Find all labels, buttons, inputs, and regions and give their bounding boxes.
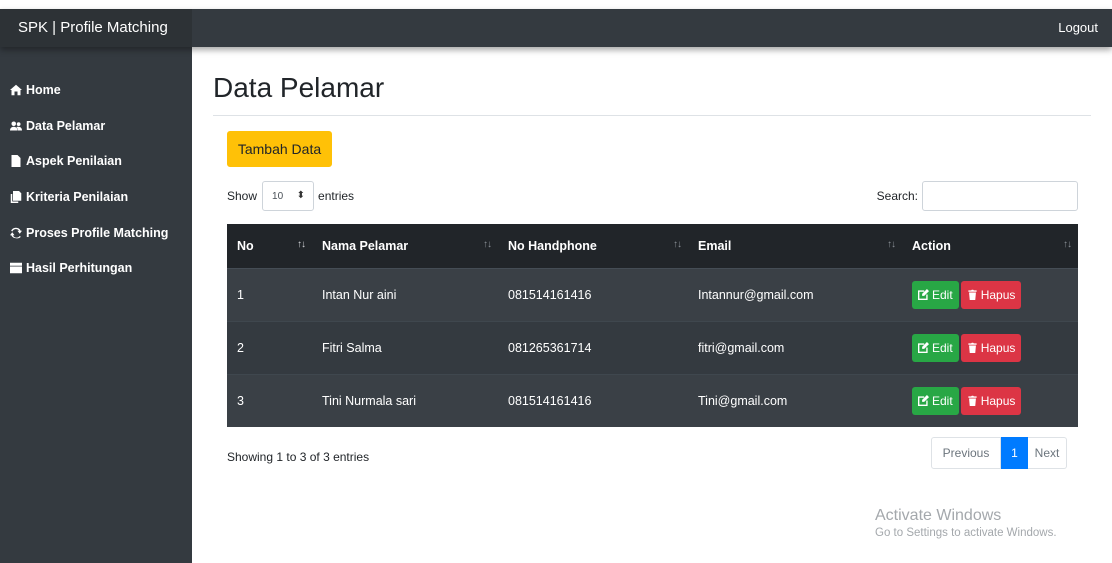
edit-label: Edit <box>932 393 953 408</box>
edit-button[interactable]: Edit <box>912 280 959 309</box>
edit-button[interactable]: Edit <box>912 333 959 362</box>
watermark-title: Activate Windows <box>875 507 1002 524</box>
activate-windows-watermark: Activate Windows Go to Settings to activ… <box>875 507 1057 539</box>
sidebar-item-hasil-perhitungan[interactable]: Hasil Perhitungan <box>0 250 192 286</box>
edit-button[interactable]: Edit <box>912 386 959 415</box>
search-input[interactable] <box>922 181 1078 211</box>
previous-page-button[interactable]: Previous <box>931 437 1001 469</box>
delete-button[interactable]: Hapus <box>960 280 1022 309</box>
sync-icon <box>10 227 22 238</box>
column-header-nama[interactable]: Nama Pelamar ↑↓ <box>312 224 498 269</box>
column-header-label: No <box>237 238 254 253</box>
sidebar-item-label: Proses Profile Matching <box>26 225 169 240</box>
page-title: Data Pelamar <box>213 72 385 103</box>
main-content: Data Pelamar Tambah Data Show 10 ⬍ entri… <box>192 47 1112 563</box>
sort-updown-icon: ⬍ <box>296 190 306 201</box>
sidebar-item-label: Home <box>26 82 61 97</box>
delete-button[interactable]: Hapus <box>960 386 1022 415</box>
cell-nama: Tini Nurmala sari <box>312 373 498 427</box>
sidebar-item-kriteria-penilaian[interactable]: Kriteria Penilaian <box>0 179 192 215</box>
column-header-label: Nama Pelamar <box>322 238 409 253</box>
users-icon <box>10 121 22 131</box>
brand-title[interactable]: SPK | Profile Matching <box>0 9 192 47</box>
delete-button[interactable]: Hapus <box>960 333 1022 362</box>
edit-label: Edit <box>932 287 953 302</box>
column-header-no[interactable]: No ↑↓ <box>227 224 312 269</box>
sidebar-item-home[interactable]: Home <box>0 72 192 108</box>
sidebar-item-data-pelamar[interactable]: Data Pelamar <box>0 108 192 144</box>
table-row: 2 Fitri Salma 081265361714 fitri@gmail.c… <box>227 320 1078 374</box>
edit-label: Edit <box>932 340 953 355</box>
sidebar-item-label: Aspek Penilaian <box>26 154 122 169</box>
sidebar-item-label: Kriteria Penilaian <box>26 189 129 204</box>
cell-action: Edit Hapus <box>902 267 1078 321</box>
sidebar: Home Data Pelamar Aspek Penilaian Kriter… <box>0 47 192 563</box>
sidebar-item-label: Hasil Perhitungan <box>26 261 133 276</box>
cell-nama: Intan Nur aini <box>312 267 498 321</box>
logout-link[interactable]: Logout <box>1058 9 1098 47</box>
sort-icon: ↑↓ <box>297 239 306 250</box>
column-header-label: Action <box>912 238 951 253</box>
cell-no: 1 <box>227 267 312 321</box>
column-header-label: No Handphone <box>508 238 597 253</box>
trash-icon <box>968 289 977 300</box>
cell-action: Edit Hapus <box>902 320 1078 374</box>
sort-icon: ↑↓ <box>483 239 492 250</box>
sidebar-item-proses-profile-matching[interactable]: Proses Profile Matching <box>0 215 192 251</box>
delete-label: Hapus <box>980 287 1016 302</box>
delete-label: Hapus <box>980 393 1016 408</box>
sort-icon: ↑↓ <box>1063 239 1072 250</box>
table-row: 3 Tini Nurmala sari 081514161416 Tini@gm… <box>227 373 1078 427</box>
copy-icon <box>10 190 22 203</box>
sort-icon: ↑↓ <box>887 239 896 250</box>
cell-action: Edit Hapus <box>902 373 1078 427</box>
add-data-button[interactable]: Tambah Data <box>227 131 332 167</box>
column-header-email[interactable]: Email ↑↓ <box>688 224 902 269</box>
applicants-table: No ↑↓ Nama Pelamar ↑↓ No Handphone ↑↓ Em… <box>227 224 1078 427</box>
title-divider <box>213 115 1091 116</box>
edit-icon <box>918 289 929 300</box>
trash-icon <box>968 342 977 353</box>
edit-icon <box>918 342 929 353</box>
edit-icon <box>918 395 929 407</box>
cell-hp: 081514161416 <box>498 267 688 321</box>
sort-icon: ↑↓ <box>673 239 682 250</box>
delete-label: Hapus <box>980 340 1016 355</box>
sidebar-item-label: Data Pelamar <box>26 118 106 133</box>
cell-no: 3 <box>227 373 312 427</box>
home-icon <box>10 84 22 96</box>
column-header-label: Email <box>698 238 732 253</box>
sidebar-item-aspek-penilaian[interactable]: Aspek Penilaian <box>0 143 192 179</box>
cell-nama: Fitri Salma <box>312 320 498 374</box>
entries-label: entries <box>318 189 355 203</box>
table-header-row: No ↑↓ Nama Pelamar ↑↓ No Handphone ↑↓ Em… <box>227 224 1078 269</box>
top-navbar: SPK | Profile Matching Logout <box>0 9 1112 47</box>
cell-no: 2 <box>227 320 312 374</box>
entries-select[interactable]: 10 ⬍ <box>262 181 315 211</box>
next-page-button[interactable]: Next <box>1028 437 1067 469</box>
table-icon <box>10 263 22 274</box>
entries-length-control: Show 10 ⬍ entries <box>227 181 354 211</box>
watermark-subtitle: Go to Settings to activate Windows. <box>875 527 1057 539</box>
table-search: Search: <box>877 181 1078 211</box>
trash-icon <box>968 395 977 407</box>
column-header-hp[interactable]: No Handphone ↑↓ <box>498 224 688 269</box>
cell-email: Tini@gmail.com <box>688 373 902 427</box>
pagination: Previous 1 Next <box>931 437 1067 469</box>
cell-hp: 081265361714 <box>498 320 688 374</box>
column-header-action[interactable]: Action ↑↓ <box>902 224 1078 269</box>
page-1-button[interactable]: 1 <box>1001 437 1028 469</box>
entries-select-value: 10 <box>272 190 284 202</box>
table-info: Showing 1 to 3 of 3 entries <box>227 450 370 464</box>
search-label: Search: <box>876 189 918 203</box>
cell-email: fitri@gmail.com <box>688 320 902 374</box>
cell-email: Intannur@gmail.com <box>688 267 902 321</box>
cell-hp: 081514161416 <box>498 373 688 427</box>
file-icon <box>11 155 21 168</box>
show-label: Show <box>227 189 258 203</box>
table-row: 1 Intan Nur aini 081514161416 Intannur@g… <box>227 267 1078 321</box>
